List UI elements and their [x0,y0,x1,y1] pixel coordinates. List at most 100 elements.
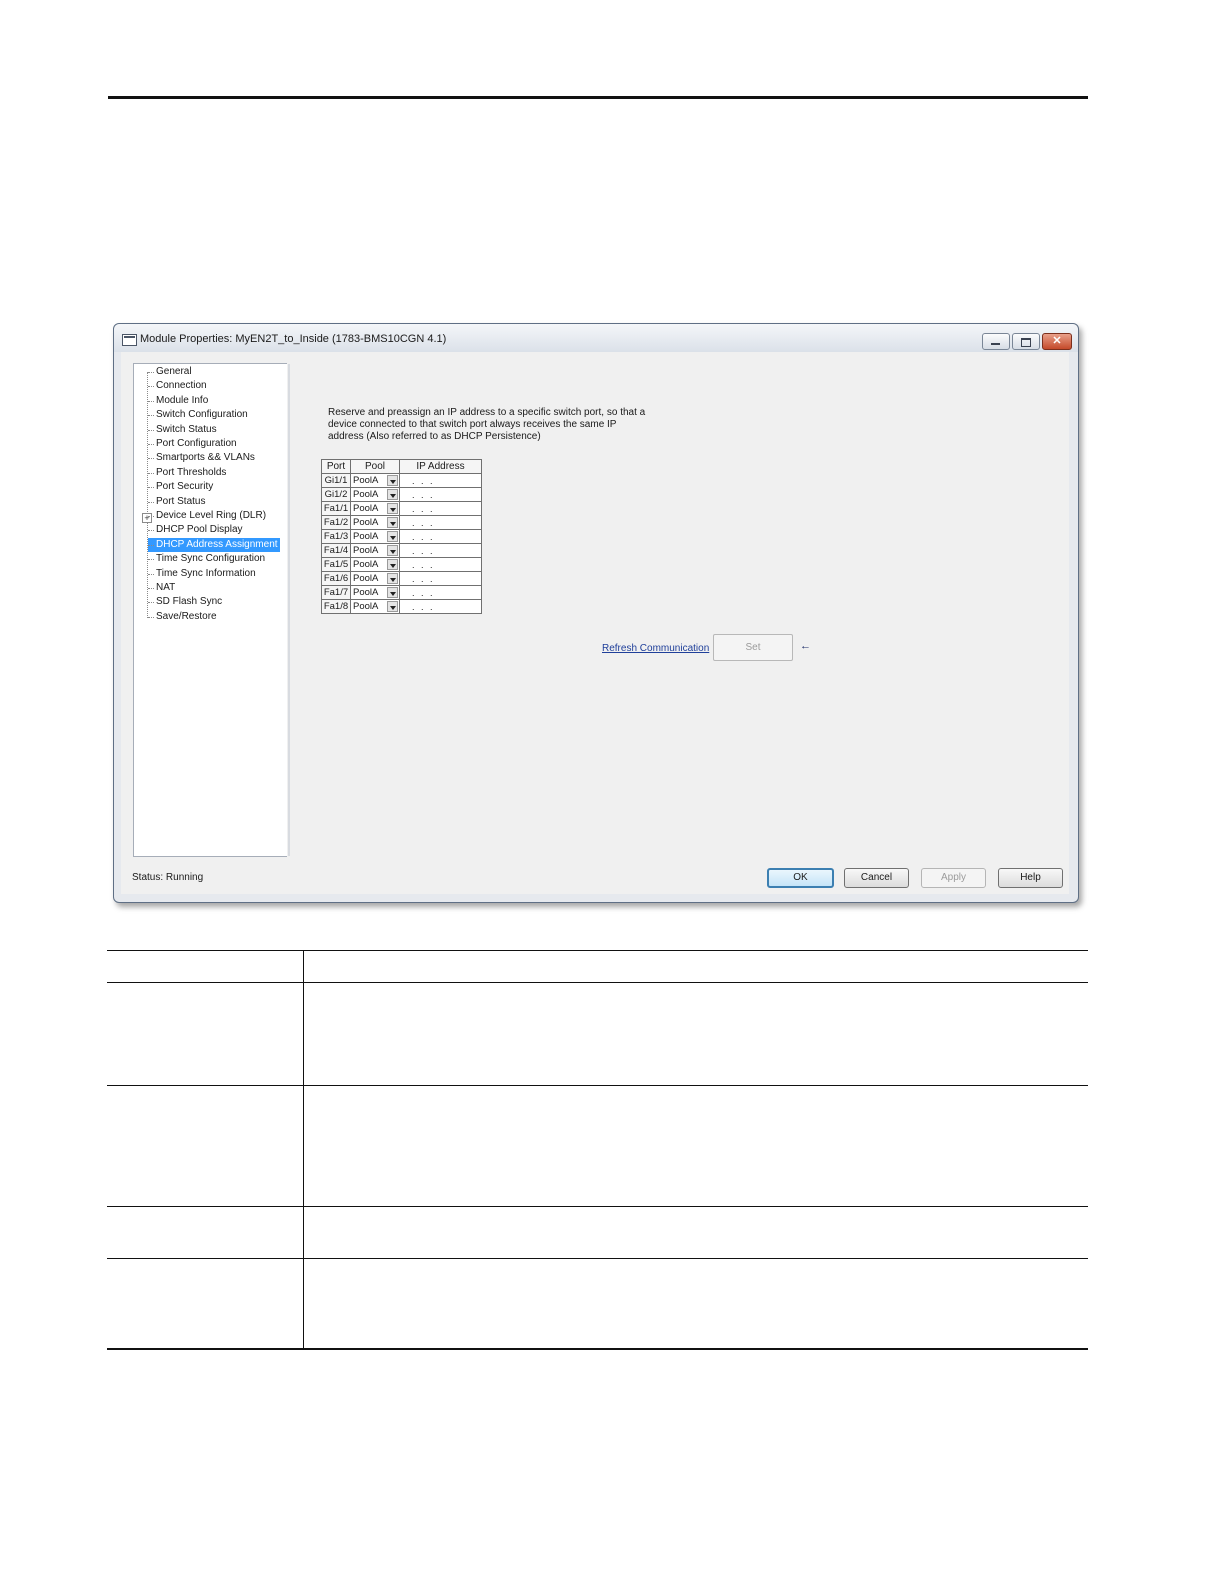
table-row: Fa1/5 PoolA . . . [321,557,482,572]
tree-item[interactable]: Time Sync Information [148,567,258,581]
description-line: address (Also referred to as DHCP Persis… [328,431,541,442]
description-line: Reserve and preassign an IP address to a… [328,407,646,418]
pool-value: PoolA [353,531,379,542]
tree-item[interactable]: Module Info [148,394,210,408]
port-cell: Fa1/6 [321,571,351,586]
module-properties-dialog: Module Properties: MyEN2T_to_Inside (178… [113,323,1079,903]
tree-item[interactable]: General [148,365,194,379]
pool-value: PoolA [353,587,379,598]
dropdown-arrow-icon[interactable] [387,517,398,528]
port-cell: Fa1/7 [321,585,351,600]
pool-select[interactable]: PoolA [350,543,400,558]
dropdown-arrow-icon[interactable] [387,587,398,598]
ip-address-field[interactable]: . . . [399,487,482,502]
ip-address-field[interactable]: . . . [399,515,482,530]
tree-item[interactable]: Connection [148,379,209,393]
category-tree[interactable]: + General Connection Module Info Switch Con… [133,363,290,857]
maximize-button[interactable] [1012,333,1040,350]
tree-item[interactable]: DHCP Address Assignment [148,537,280,552]
tree-item[interactable]: NAT [148,581,177,595]
tree-item[interactable]: Port Security [148,480,215,494]
dropdown-arrow-icon[interactable] [387,489,398,500]
ok-button[interactable]: OK [767,868,834,888]
tree-item[interactable]: Port Status [148,495,207,509]
window-app-icon [122,334,137,346]
ip-address-field[interactable]: . . . [399,571,482,586]
dropdown-arrow-icon[interactable] [387,531,398,542]
tree-item[interactable]: Time Sync Configuration [148,552,267,566]
table-rule [107,1085,1088,1086]
ip-address-field[interactable]: . . . [399,501,482,516]
arrow-left-icon: ← [800,640,811,652]
refresh-communication-link[interactable]: Refresh Communication [602,643,709,654]
port-cell: Fa1/5 [321,557,351,572]
pool-value: PoolA [353,601,379,612]
pool-select[interactable]: PoolA [350,515,400,530]
column-header-pool: Pool [350,459,400,474]
close-button[interactable]: ✕ [1042,333,1072,350]
set-button[interactable]: Set [713,634,793,661]
table-rule [107,1348,1088,1350]
tree-item[interactable]: Smartports && VLANs [148,451,257,465]
title-bar[interactable]: Module Properties: MyEN2T_to_Inside (178… [114,324,1078,352]
dropdown-arrow-icon[interactable] [387,545,398,556]
pool-select[interactable]: PoolA [350,487,400,502]
ip-address-field[interactable]: . . . [399,585,482,600]
port-assignment-table: Port Pool IP Address Gi1/1 PoolA. . . Gi1/… [321,459,482,614]
tree-item[interactable]: Port Thresholds [148,466,228,480]
pool-select[interactable]: PoolA [350,571,400,586]
pool-value: PoolA [353,517,379,528]
window-title: Module Properties: MyEN2T_to_Inside (178… [140,333,447,345]
pool-select[interactable]: PoolA [350,501,400,516]
column-header-ip-address: IP Address [399,459,482,474]
ip-address-field[interactable]: . . . [399,557,482,572]
pool-select[interactable]: PoolA [350,599,400,614]
pool-select[interactable]: PoolA [350,529,400,544]
tree-item[interactable]: Device Level Ring (DLR) [148,509,268,523]
maximize-icon [1021,338,1031,347]
port-cell: Gi1/2 [321,487,351,502]
description-line: device connected to that switch port alw… [328,419,617,430]
cancel-button[interactable]: Cancel [844,868,909,888]
ip-address-field[interactable]: . . . [399,599,482,614]
top-rule [108,96,1088,99]
dropdown-arrow-icon[interactable] [387,601,398,612]
tree-item[interactable]: Switch Status [148,423,219,437]
pool-value: PoolA [353,573,379,584]
pool-value: PoolA [353,475,379,486]
port-cell: Fa1/8 [321,599,351,614]
dropdown-arrow-icon[interactable] [387,503,398,514]
pool-select[interactable]: PoolA [350,585,400,600]
pool-select[interactable]: PoolA [350,473,400,488]
pool-select[interactable]: PoolA [350,557,400,572]
ip-address-field[interactable]: . . . [399,473,482,488]
port-cell: Fa1/2 [321,515,351,530]
port-cell: Fa1/3 [321,529,351,544]
help-button[interactable]: Help [998,868,1063,888]
close-icon: ✕ [1052,335,1062,347]
minimize-button[interactable] [982,333,1010,350]
table-row: Fa1/7 PoolA . . . [321,585,482,600]
table-row: Fa1/2 PoolA . . . [321,515,482,530]
pool-value: PoolA [353,489,379,500]
dropdown-arrow-icon[interactable] [387,573,398,584]
table-rule [107,1206,1088,1207]
pool-value: PoolA [353,503,379,514]
description-text: Reserve and preassign an IP address to a… [328,407,648,443]
column-header-port: Port [321,459,351,474]
dropdown-arrow-icon[interactable] [387,475,398,486]
minimize-icon [991,343,1000,345]
tree-item[interactable]: Port Configuration [148,437,239,451]
dropdown-arrow-icon[interactable] [387,559,398,570]
pool-value: PoolA [353,545,379,556]
tree-item[interactable]: Switch Configuration [148,408,250,422]
tree-item[interactable]: SD Flash Sync [148,595,224,609]
tree-item[interactable]: DHCP Pool Display [148,523,245,537]
ip-address-field[interactable]: . . . [399,529,482,544]
tree-item[interactable]: Save/Restore [148,610,219,624]
ip-address-field[interactable]: . . . [399,543,482,558]
apply-button[interactable]: Apply [921,868,986,888]
port-cell: Fa1/4 [321,543,351,558]
table-rule [107,1258,1088,1259]
pool-value: PoolA [353,559,379,570]
